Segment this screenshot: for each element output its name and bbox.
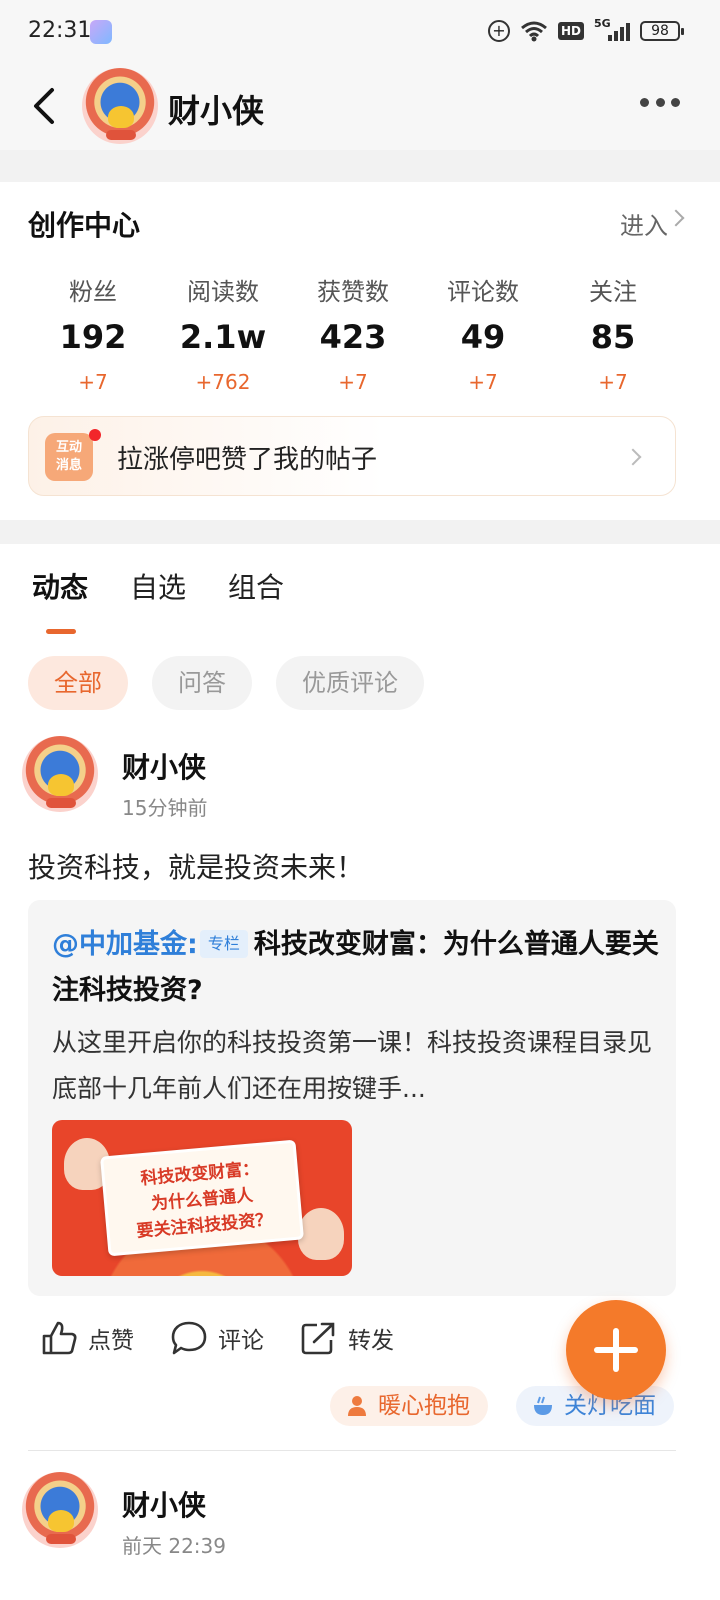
filter-qa[interactable]: 问答 <box>152 656 252 710</box>
tab-dynamics[interactable]: 动态 <box>32 566 88 634</box>
avatar-frame-badge <box>46 1534 76 1544</box>
post-author-avatar[interactable] <box>22 736 98 812</box>
stat-value: 423 <box>319 318 387 356</box>
post-text: 投资科技，就是投资未来！ <box>28 851 365 884</box>
share-icon <box>301 1322 335 1355</box>
stat-delta: +762 <box>195 370 251 394</box>
comment-bubble-icon <box>171 1321 207 1355</box>
battery-icon: 98 <box>640 21 684 41</box>
cellular-signal-icon: 5G <box>594 17 630 43</box>
notice-icon-line1: 互动 <box>55 440 82 455</box>
stat-value: 49 <box>460 318 506 356</box>
profile-avatar[interactable] <box>82 68 158 144</box>
status-time: 22:31 <box>28 18 92 43</box>
post-author-name[interactable]: 财小侠 <box>122 1484 206 1524</box>
stat-likes[interactable]: 获赞数 423 +7 <box>288 272 418 394</box>
wifi-icon <box>521 21 547 42</box>
enter-link[interactable]: 进入 <box>620 206 668 241</box>
comment-button[interactable]: 评论 <box>170 1320 264 1356</box>
stat-delta: +7 <box>598 370 628 394</box>
post-author-name[interactable]: 财小侠 <box>122 746 206 786</box>
compose-plus-button[interactable] <box>566 1300 666 1400</box>
profile-name: 财小侠 <box>168 92 265 130</box>
avatar-frame-badge <box>46 798 76 808</box>
duck-mascot-icon <box>48 774 74 796</box>
stat-value: 192 <box>59 318 127 356</box>
share-label: 转发 <box>348 1328 394 1354</box>
tab-watchlist[interactable]: 自选 <box>130 566 186 606</box>
post-time: 前天 22:39 <box>122 1534 226 1558</box>
title-bar: 财小侠 <box>0 62 720 150</box>
mention-link[interactable]: @中加基金: <box>52 929 198 960</box>
stat-comments[interactable]: 评论数 49 +7 <box>418 272 548 394</box>
app-notification-icon <box>90 20 112 44</box>
column-tag: 专栏 <box>199 930 248 958</box>
chevron-right-icon <box>624 448 642 466</box>
comment-label: 评论 <box>218 1328 264 1354</box>
network-type: 5G <box>594 17 611 30</box>
data-saver-icon: + <box>487 20 510 42</box>
duck-mascot-icon <box>108 106 134 128</box>
like-label: 点赞 <box>88 1328 134 1354</box>
share-button[interactable]: 转发 <box>300 1320 394 1356</box>
quoted-article-title: @中加基金: 专栏 科技改变财富：为什么普通人要关注科技投资? <box>52 922 662 1014</box>
filter-quality-comments[interactable]: 优质评论 <box>276 656 424 710</box>
interaction-notice[interactable]: 互动 消息 拉涨停吧赞了我的帖子 <box>28 416 676 496</box>
notice-icon-line2: 消息 <box>55 458 82 473</box>
feed-tabs: 动态 自选 组合 <box>32 566 284 634</box>
post-divider <box>28 1450 676 1451</box>
hug-person-icon <box>348 1396 366 1416</box>
hand-illustration <box>298 1208 344 1260</box>
quoted-article-card[interactable]: @中加基金: 专栏 科技改变财富：为什么普通人要关注科技投资? 从这里开启你的科技投… <box>28 900 676 1296</box>
notice-text: 拉涨停吧赞了我的帖子 <box>117 445 378 475</box>
post-author-avatar[interactable] <box>22 1472 98 1548</box>
stats-row: 粉丝 192 +7 阅读数 2.1w +762 获赞数 423 +7 评论数 4… <box>28 272 678 394</box>
post-actions: 点赞 评论 转发 <box>40 1320 394 1356</box>
more-dots-icon[interactable] <box>640 98 680 112</box>
stat-label: 评论数 <box>447 278 519 306</box>
status-bar: 22:31 + HD 5G 98 <box>0 0 720 62</box>
avatar-frame-badge <box>106 130 136 140</box>
stat-fans[interactable]: 粉丝 192 +7 <box>28 272 158 394</box>
stat-delta: +7 <box>78 370 108 394</box>
stat-value: 2.1w <box>179 318 267 356</box>
stat-label: 获赞数 <box>317 278 389 306</box>
stat-label: 阅读数 <box>187 278 259 306</box>
interaction-message-icon: 互动 消息 <box>45 433 93 481</box>
unread-dot <box>89 429 101 441</box>
like-button[interactable]: 点赞 <box>40 1320 134 1356</box>
stat-delta: +7 <box>338 370 368 394</box>
stat-value: 85 <box>590 318 636 356</box>
reaction-warm-hug[interactable]: 暖心抱抱 <box>330 1386 488 1426</box>
article-thumbnail[interactable]: 科技改变财富： 为什么普通人 要关注科技投资？ <box>52 1120 352 1276</box>
duck-mascot-icon <box>48 1510 74 1532</box>
back-chevron-icon[interactable] <box>26 84 66 128</box>
creation-center-title: 创作中心 <box>28 209 141 242</box>
filter-chips: 全部 问答 优质评论 <box>28 656 424 710</box>
tab-portfolio[interactable]: 组合 <box>228 566 284 606</box>
quoted-article-summary: 从这里开启你的科技投资第一课！科技投资课程目录见底部十几年前人们还在用按键手..… <box>52 1028 653 1103</box>
noodle-bowl-icon <box>534 1396 552 1415</box>
filter-all[interactable]: 全部 <box>28 656 128 710</box>
chevron-right-icon <box>667 209 685 227</box>
hd-voice-icon: HD <box>557 22 584 40</box>
stat-label: 关注 <box>589 278 637 306</box>
status-indicators: + HD 5G 98 <box>487 17 684 43</box>
thumbnail-text-card: 科技改变财富： 为什么普通人 要关注科技投资？ <box>100 1139 304 1257</box>
feed-section: 动态 自选 组合 全部 问答 优质评论 财小侠 15分钟前 投资科技，就是投资未… <box>0 544 720 1600</box>
stat-reads[interactable]: 阅读数 2.1w +762 <box>158 272 288 394</box>
stat-label: 粉丝 <box>69 278 117 306</box>
creation-center-card: 创作中心 进入 粉丝 192 +7 阅读数 2.1w +762 获赞数 423 … <box>0 182 720 520</box>
reaction-label: 暖心抱抱 <box>378 1393 470 1419</box>
stat-delta: +7 <box>468 370 498 394</box>
post-time: 15分钟前 <box>122 796 208 820</box>
stat-following[interactable]: 关注 85 +7 <box>548 272 678 394</box>
thumbs-up-icon <box>42 1321 77 1355</box>
